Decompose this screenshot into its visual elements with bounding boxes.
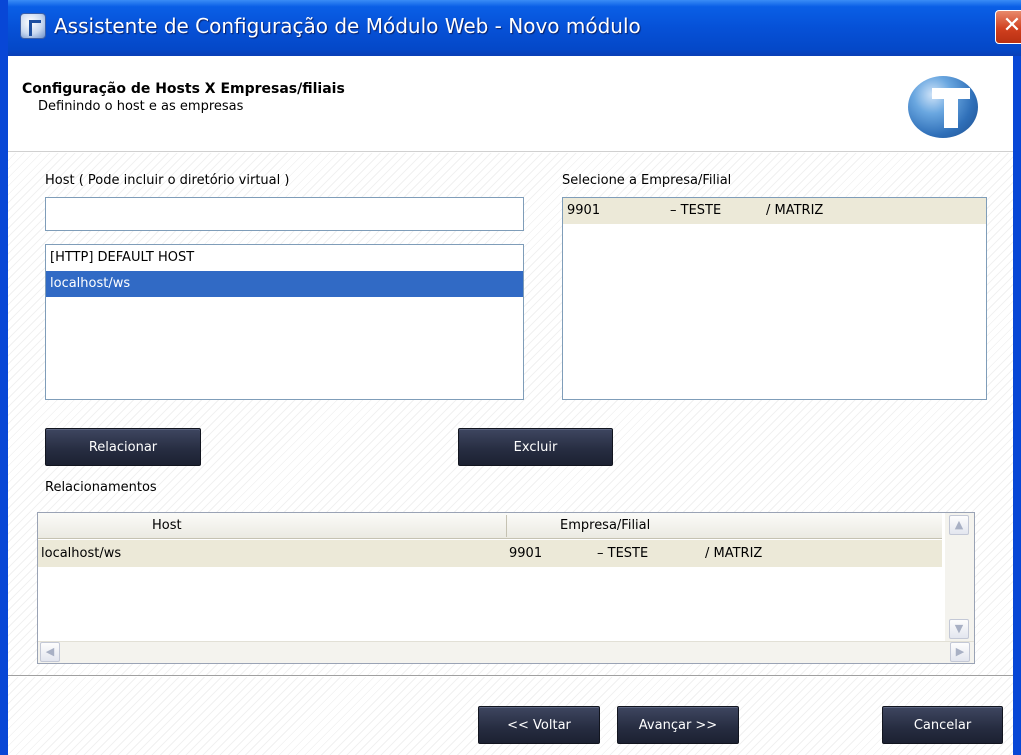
relacionar-button[interactable]: Relacionar [45,428,201,466]
avancar-button[interactable]: Avançar >> [617,706,739,744]
title-bar[interactable]: Assistente de Configuração de Módulo Web… [8,0,1021,56]
host-list[interactable]: [HTTP] DEFAULT HOST localhost/ws [45,244,524,400]
window-title: Assistente de Configuração de Módulo Web… [54,14,641,38]
cell-host: localhost/ws [41,546,122,561]
cell-filial: / MATRIZ [705,546,763,561]
table-row[interactable]: localhost/ws 9901 – TESTE / MATRIZ [38,540,942,567]
empresa-name: – TESTE [670,203,722,218]
voltar-button[interactable]: << Voltar [478,706,600,744]
wizard-header: Configuração de Hosts X Empresas/filiais… [8,56,1013,152]
cell-code: 9901 [509,546,543,561]
horizontal-scrollbar[interactable]: ◀ ▶ [38,641,974,663]
column-separator[interactable] [506,515,507,537]
footer-divider [8,675,1013,677]
host-label: Host ( Pode incluir o diretório virtual … [45,173,290,188]
empresa-code: 9901 [567,203,601,218]
column-header-empresa[interactable]: Empresa/Filial [560,513,650,539]
host-list-item[interactable]: [HTTP] DEFAULT HOST [46,245,523,271]
relacionamentos-label: Relacionamentos [45,480,157,495]
empresa-row[interactable]: 9901 – TESTE / MATRIZ [563,198,986,224]
empresa-filial: / MATRIZ [766,203,824,218]
excluir-button[interactable]: Excluir [458,428,613,466]
host-list-item-selected[interactable]: localhost/ws [46,271,523,297]
grid-header: Host Empresa/Filial [38,513,942,539]
close-button[interactable]: ✕ [995,10,1021,44]
scroll-up-icon[interactable]: ▲ [949,515,969,535]
page-title: Configuração de Hosts X Empresas/filiais [22,81,345,97]
relacionamentos-grid[interactable]: Host Empresa/Filial localhost/ws 9901 – … [37,512,975,664]
scroll-left-icon[interactable]: ◀ [40,642,60,662]
host-input[interactable] [45,197,524,231]
page-subtitle: Definindo o host e as empresas [38,99,244,114]
scroll-right-icon[interactable]: ▶ [950,642,970,662]
cell-name: – TESTE [597,546,649,561]
empresa-list[interactable]: 9901 – TESTE / MATRIZ [562,197,987,400]
app-icon [20,13,46,39]
column-header-host[interactable]: Host [152,513,182,539]
vertical-scrollbar[interactable]: ▲ ▼ [945,513,974,643]
empresa-label: Selecione a Empresa/Filial [562,173,732,188]
scroll-down-icon[interactable]: ▼ [949,619,969,639]
totvs-logo-icon [908,76,978,138]
cancelar-button[interactable]: Cancelar [882,706,1003,744]
